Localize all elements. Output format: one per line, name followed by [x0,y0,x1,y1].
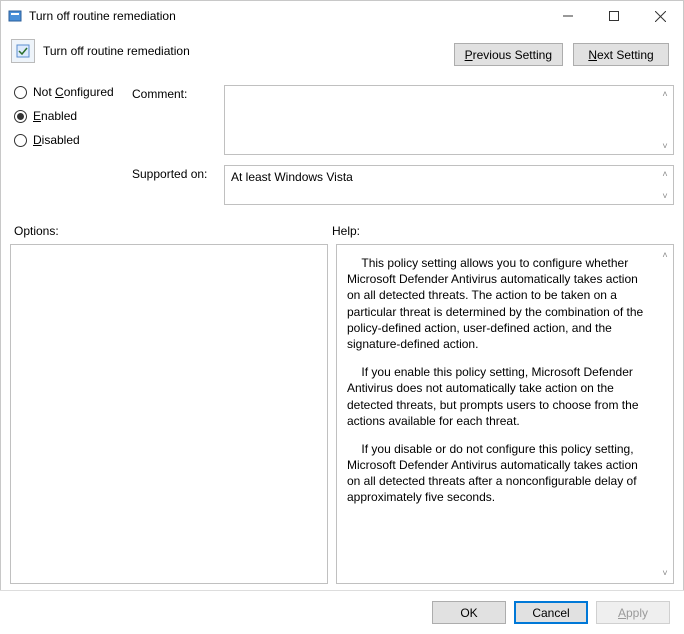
radio-icon [14,86,27,99]
next-setting-button[interactable]: Next Setting [573,43,669,66]
help-paragraph: This policy setting allows you to config… [347,255,651,352]
maximize-button[interactable] [591,1,637,31]
apply-button: Apply [596,601,670,624]
scroll-up-icon: ˄ [657,166,673,182]
supported-row: Supported on: At least Windows Vista ˄ ˅ [132,165,674,205]
scroll-down-icon: ˅ [657,188,673,204]
dialog-footer: OK Cancel Apply [0,590,684,634]
header-left: Turn off routine remediation [11,39,444,63]
panes: This policy setting allows you to config… [10,244,674,584]
options-pane[interactable] [10,244,328,584]
minimize-button[interactable] [545,1,591,31]
radio-enabled[interactable]: Enabled [14,109,114,123]
radio-icon [14,110,27,123]
scroll-down-icon: ˅ [657,138,673,154]
next-label-rest: ext Setting [597,48,654,62]
supported-textbox: At least Windows Vista ˄ ˅ [224,165,674,205]
titlebar: Turn off routine remediation [1,1,683,31]
radio-icon [14,134,27,147]
policy-title: Turn off routine remediation [43,44,190,58]
scroll-up-icon: ˄ [657,247,673,263]
policy-icon [11,39,35,63]
scrollbar[interactable]: ˄ ˅ [657,247,673,581]
window-title: Turn off routine remediation [29,9,545,23]
state-radio-group: Not Configured Enabled Disabled [14,85,114,147]
window-buttons [545,1,683,31]
help-paragraph: If you enable this policy setting, Micro… [347,364,651,429]
previous-setting-button[interactable]: Previous Setting [454,43,563,66]
help-paragraph: If you disable or do not configure this … [347,441,651,506]
comment-textarea[interactable]: ˄ ˅ [224,85,674,155]
scroll-down-icon: ˅ [657,565,673,581]
header-row: Turn off routine remediation Previous Se… [1,31,683,66]
comment-row: Comment: ˄ ˅ [132,85,674,155]
comment-label: Comment: [132,85,214,101]
scrollbar[interactable]: ˄ ˅ [657,86,673,154]
options-label: Options: [14,224,332,238]
radio-disabled[interactable]: Disabled [14,133,114,147]
prev-label-rest: revious Setting [473,48,552,62]
ok-button[interactable]: OK [432,601,506,624]
scrollbar[interactable]: ˄ ˅ [657,166,673,204]
section-labels: Options: Help: [14,224,670,238]
help-pane: This policy setting allows you to config… [336,244,674,584]
scroll-up-icon: ˄ [657,86,673,102]
cancel-button[interactable]: Cancel [514,601,588,624]
help-label: Help: [332,224,670,238]
app-icon [7,8,23,24]
radio-not-configured[interactable]: Not Configured [14,85,114,99]
supported-value: At least Windows Vista [231,170,353,184]
close-button[interactable] [637,1,683,31]
supported-label: Supported on: [132,165,214,181]
